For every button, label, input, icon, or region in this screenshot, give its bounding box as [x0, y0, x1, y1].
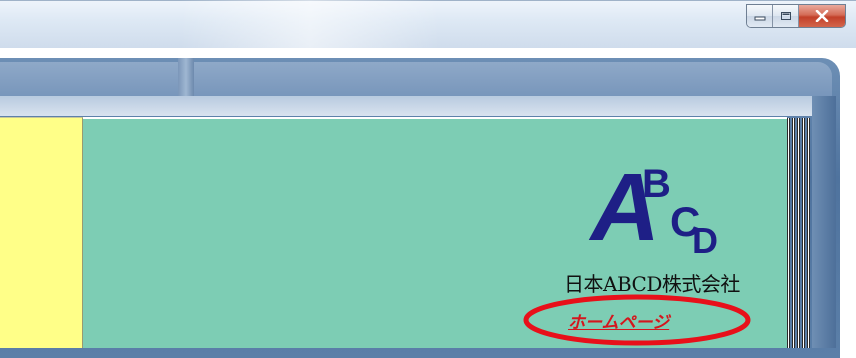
app-frame-band: [0, 62, 832, 96]
frame-right-edge: [812, 96, 836, 348]
homepage-link[interactable]: ホームページ: [568, 308, 669, 333]
page-edge: [787, 118, 790, 348]
frame-light-strip: [0, 96, 812, 116]
logo-letter-d: D: [692, 220, 718, 261]
page-stack-edges: [787, 118, 813, 348]
close-button[interactable]: [799, 5, 845, 27]
caption-buttons: [746, 4, 846, 28]
page-edge: [802, 118, 805, 348]
titlebar-shine: [180, 0, 440, 48]
close-icon: [815, 10, 829, 22]
page-edge: [807, 118, 810, 348]
left-panel: [0, 117, 83, 348]
window-titlebar[interactable]: [0, 0, 856, 48]
logo-letter-b: B: [642, 162, 671, 206]
company-name: 日本ABCD株式会社: [564, 272, 740, 296]
page-edge: [797, 118, 800, 348]
abcd-logo: A B C D: [583, 154, 722, 261]
maximize-icon: [780, 12, 791, 20]
minimize-button[interactable]: [747, 5, 773, 27]
maximize-button[interactable]: [773, 5, 799, 27]
minimize-icon: [754, 16, 765, 21]
page-edge: [792, 118, 795, 348]
